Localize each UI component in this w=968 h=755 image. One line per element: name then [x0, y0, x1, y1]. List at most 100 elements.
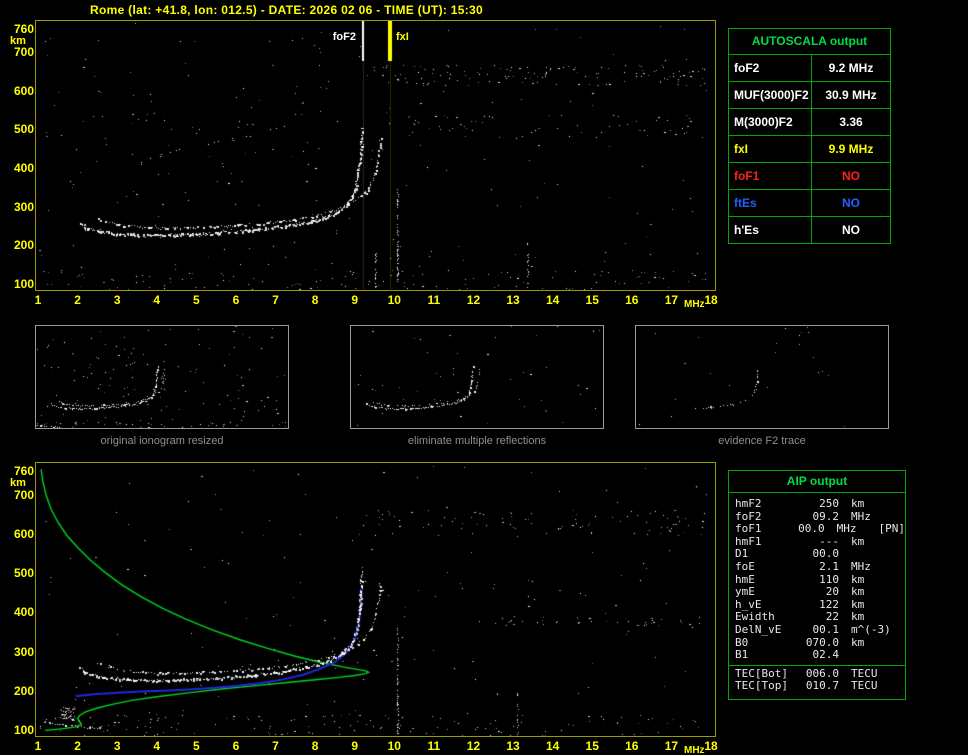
- x-axis-tick: 10: [387, 739, 401, 753]
- thumbnail-f2-trace: [635, 325, 889, 429]
- aip-parameter-flag: [895, 611, 899, 624]
- aip-parameter-flag: [895, 637, 899, 650]
- aip-parameter-label: B1: [735, 648, 749, 662]
- foF2-marker-label: foF2: [326, 31, 356, 43]
- x-axis-tick: 16: [625, 739, 639, 753]
- y-axis-tick: 500: [13, 566, 34, 581]
- autoscala-row: MUF(3000)F2 30.9 MHz: [729, 82, 890, 109]
- aip-parameter-flag: [895, 586, 899, 599]
- aip-row: B1 02.4: [735, 649, 905, 662]
- aip-parameter-unit: km: [851, 585, 865, 599]
- x-axis-tick: 1: [34, 739, 42, 753]
- aip-separator: [729, 664, 905, 666]
- x-axis-tick: 5: [193, 293, 200, 307]
- y-axis-tick: 600: [13, 83, 34, 98]
- x-axis-tick: 7: [272, 739, 279, 753]
- y-axis-tick: 100: [13, 723, 34, 737]
- y-axis-tick: 600: [13, 526, 34, 541]
- y-axis-tick: 400: [13, 605, 34, 620]
- aip-header: AIP output: [729, 471, 905, 493]
- x-axis-tick: 10: [387, 293, 401, 307]
- x-axis-tick: 17: [664, 739, 679, 753]
- thumbnail-canvas: [36, 326, 288, 428]
- aip-parameter-unit: MHz: [836, 522, 857, 536]
- autoscala-parameter-value: 3.36: [839, 115, 863, 129]
- aip-parameter-unit: km: [851, 534, 865, 548]
- ionogram-bottom-plot: [35, 462, 716, 737]
- x-axis-tick: 12: [466, 739, 481, 753]
- aip-parameter-flag: [895, 498, 899, 511]
- aip-parameter-value: 2.1: [819, 559, 839, 573]
- aip-parameter-unit: MHz: [851, 559, 871, 573]
- aip-parameter-flag: [895, 574, 899, 587]
- autoscala-row: h'Es NO: [729, 217, 890, 243]
- thumbnail-caption: evidence F2 trace: [718, 435, 806, 447]
- aip-parameter-flag: [895, 561, 899, 574]
- thumbnail-multiple-reflections: [350, 325, 604, 429]
- x-axis-tick: 16: [625, 293, 639, 307]
- aip-panel: AIP output hmF2 250 km foF2 09.2 MHz foF1 00.0 M…: [728, 470, 906, 700]
- x-axis-unit-mhz: MHz: [684, 299, 705, 310]
- aip-parameter-flag: [895, 649, 899, 662]
- aip-parameter-flag: [895, 548, 899, 561]
- x-axis-tick: 11: [427, 293, 441, 307]
- thumbnail-original-ionogram: [35, 325, 289, 429]
- autoscala-parameter-label: M(3000)F2: [729, 109, 812, 135]
- autoscala-parameter-label: fxI: [729, 136, 812, 162]
- thumbnail-caption: eliminate multiple reflections: [407, 435, 547, 447]
- x-axis-tick: 1: [34, 293, 42, 307]
- x-axis-tick: 12: [466, 293, 481, 307]
- aip-body: hmF2 250 km foF2 09.2 MHz foF1 00.0 MHz [PN] hmF1-…: [729, 493, 905, 662]
- aip-parameter-flag: [895, 536, 899, 549]
- aip-parameter-label: foF1: [735, 522, 762, 536]
- y-axis-tick: 300: [13, 644, 34, 659]
- y-axis-tick: 760: [13, 464, 34, 478]
- aip-parameter-flag: [895, 599, 899, 612]
- autoscala-row: foF2 9.2 MHz: [729, 55, 890, 82]
- y-axis-tick: 700: [13, 487, 34, 502]
- autoscala-row: fxI 9.9 MHz: [729, 136, 890, 163]
- y-axis-tick: 200: [13, 238, 34, 253]
- x-axis-tick: 11: [427, 739, 441, 753]
- profile-canvas: [36, 463, 715, 736]
- autoscala-parameter-label: h'Es: [729, 217, 812, 243]
- y-axis-unit-km: km: [10, 35, 26, 47]
- aip-parameter-label: hmF2: [735, 497, 762, 510]
- autoscala-parameter-label: ftEs: [729, 190, 812, 216]
- x-axis-tick: 8: [311, 739, 319, 753]
- aip-parameter-value: 00.1: [812, 622, 840, 636]
- aip-parameter-unit: [839, 649, 895, 662]
- y-axis-tick: 300: [13, 199, 34, 214]
- thumbnail-canvas: [351, 326, 603, 428]
- x-axis-tick: 6: [232, 293, 240, 307]
- aip-parameter-flag: [895, 624, 899, 637]
- aip-parameter-label: DelN_vE: [735, 622, 782, 636]
- y-axis-tick: 700: [13, 45, 34, 60]
- x-axis-tick: 3: [113, 293, 121, 307]
- y-axis-tick: 500: [13, 122, 34, 137]
- aip-row: foF1 00.0 MHz [PN]: [735, 523, 905, 536]
- aip-row: DelN_vE 00.1 m^(-3): [735, 622, 905, 637]
- aip-parameter-label: foE: [735, 559, 755, 573]
- x-axis-tick: 7: [272, 293, 279, 307]
- autoscala-parameter-label: MUF(3000)F2: [729, 82, 812, 108]
- aip-parameter-unit: km: [851, 572, 865, 586]
- x-axis-tick: 14: [545, 739, 560, 753]
- autoscala-parameter-value: 9.2 MHz: [828, 61, 874, 75]
- aip-parameter-flag: [PN]: [878, 522, 906, 536]
- aip-row: foE 2.1 MHz: [735, 559, 905, 574]
- ionogram-canvas: [36, 21, 715, 290]
- autoscala-parameter-value: NO: [842, 196, 860, 210]
- x-axis-tick: 5: [193, 739, 200, 753]
- aip-parameter-value: 20: [825, 585, 839, 599]
- aip-parameter-label: ymE: [735, 585, 755, 599]
- x-axis-tick: 9: [351, 293, 359, 307]
- autoscala-row: foF1 NO: [729, 163, 890, 190]
- ionogram-top-plot: [35, 20, 716, 291]
- x-axis-tick: 13: [506, 739, 520, 753]
- x-axis-tick: 17: [664, 293, 679, 307]
- x-axis-tick: 4: [153, 293, 161, 307]
- x-axis-tick: 9: [351, 739, 359, 753]
- aip-parameter-unit: km: [851, 597, 865, 611]
- aip-parameter-value: 00.0: [798, 522, 825, 536]
